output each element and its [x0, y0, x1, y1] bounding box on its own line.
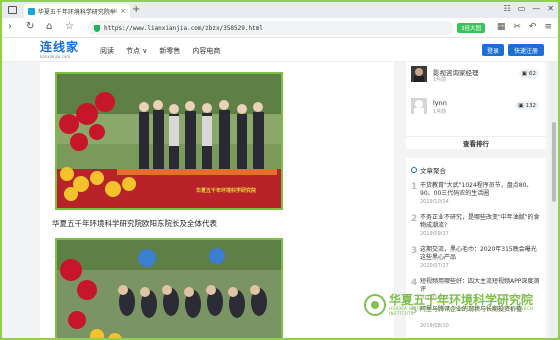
undo-icon[interactable]: ↶ [529, 22, 537, 32]
security-shield-icon [94, 24, 100, 32]
user-count: 132 [525, 102, 537, 109]
nav-new-retail[interactable]: 新零售 [159, 46, 180, 56]
rec-title[interactable]: 不务正业不研究，是哪些改变"中年油腻"的食物成潮流? [420, 214, 542, 230]
rec-number: 4 [411, 278, 418, 288]
tab-bar: 华夏五千年环境科学研究院举行... × + ☷ ▭ — ✕ [2, 2, 558, 18]
avatar [411, 66, 427, 82]
photo-watermark: 华夏五千年环境科学研究院 [196, 188, 257, 194]
view-rank-button[interactable]: 查看排行 [406, 136, 546, 149]
scrollbar-thumb[interactable] [552, 122, 556, 202]
signup-button[interactable]: 快速注册 [508, 44, 544, 56]
rec-title[interactable]: 这期交流，黑心毛巾：2020年315晚会曝光这些黑心产品 [420, 246, 542, 262]
navigation-bar: › ↻ ⌂ ☆ https://www.lianxianjia.com/zbzx… [2, 18, 558, 38]
user-time: 1月前 [433, 109, 447, 115]
watermark-title: 华夏五千年环境科学研究院 [388, 293, 533, 307]
forward-icon[interactable]: › [8, 22, 12, 32]
rec-title[interactable]: 干货教育"大武"1024程序员节，盘点80、90、00三代码农的生活圈 [420, 182, 542, 198]
user-row[interactable]: lynn 1月前 ▣ 132 [411, 98, 541, 120]
site-header: 连线家 lianxianjia.com 阅读 节点 ∨ 新零售 内容电商 登录 … [2, 38, 558, 62]
user-count-badge: ▣ 132 [515, 101, 539, 110]
address-bar[interactable]: https://www.lianxianjia.com/zbzx/358529.… [88, 21, 454, 35]
user-count: 62 [529, 70, 536, 77]
login-button[interactable]: 登录 [482, 44, 504, 56]
nav-content-ecommerce[interactable]: 内容电商 [192, 46, 220, 56]
logo-text: 连线家 [40, 40, 80, 54]
watermark-subtitle: HUAXIA WUQIANNIAN ENVIRONMENTAL SCIENCE … [388, 306, 534, 316]
rec-number: 2 [411, 214, 418, 224]
site-logo[interactable]: 连线家 lianxianjia.com [40, 40, 80, 60]
rec-number: 1 [411, 182, 418, 192]
close-window-icon[interactable]: ✕ [547, 4, 554, 13]
avatar [411, 98, 427, 114]
rec-date: 2019/10/24 [420, 199, 449, 205]
photo-caption: 华夏五千年环境科学研究院欧阳东院长及全体代表 [52, 219, 217, 228]
speed-badge[interactable]: 3倍大图 [457, 23, 485, 33]
tab-favicon-icon [28, 7, 35, 15]
logo-subtext: lianxianjia.com [40, 54, 71, 59]
tile-icon[interactable]: ☷ [504, 4, 511, 13]
address-text[interactable]: https://www.lianxianjia.com/zbzx/358529.… [104, 25, 263, 32]
rec-date: 2019/09/27 [420, 231, 449, 237]
rec-title[interactable]: 短视频用哪些好：四大主流短视频APP深度测评 [420, 278, 542, 294]
toolbar-icons: ▦ ✂ ↶ ≡ [497, 22, 552, 32]
user-name[interactable]: lynn [433, 99, 447, 107]
grid-icon[interactable]: ▦ [497, 22, 506, 32]
nav-read[interactable]: 阅读 [100, 46, 114, 56]
home-icon[interactable]: ⌂ [46, 22, 52, 32]
sidebar-toggle-icon[interactable] [8, 6, 17, 14]
tab-title: 华夏五千年环境科学研究院举行... [37, 8, 117, 16]
recs-heading: 文章聚合 [411, 165, 446, 175]
browser-window: 华夏五千年环境科学研究院举行... × + ☷ ▭ — ✕ › ↻ ⌂ ☆ ht… [2, 2, 558, 338]
user-time: 1月前 [433, 77, 447, 83]
recs-title: 文章聚合 [420, 167, 446, 175]
chat-icon: ▣ [521, 70, 527, 77]
minimize-icon[interactable]: — [532, 4, 540, 13]
menu-icon[interactable]: ≡ [544, 22, 552, 32]
rec-number: 3 [411, 246, 418, 256]
browser-tab[interactable]: 华夏五千年环境科学研究院举行... × [24, 4, 130, 18]
site-nav: 阅读 节点 ∨ 新零售 内容电商 [100, 46, 220, 56]
restore-icon[interactable]: ▭ [518, 4, 526, 13]
aggregate-icon [411, 167, 417, 173]
user-list-card: 影视咨询家经理 1月前 ▣ 62 lynn 1月前 ▣ 132 查看排行 [406, 62, 546, 149]
institute-watermark: 华夏五千年环境科学研究院 HUAXIA WUQIANNIAN ENVIRONME… [364, 294, 560, 316]
rec-date: 2019/08/10 [420, 323, 449, 329]
article-photo-bowing [55, 238, 283, 338]
cut-icon[interactable]: ✂ [513, 22, 521, 32]
user-count-badge: ▣ 62 [518, 69, 539, 78]
user-row[interactable]: 影视咨询家经理 1月前 ▣ 62 [411, 66, 541, 88]
rec-date: 2020/07/17 [420, 263, 449, 269]
nav-nodes[interactable]: 节点 ∨ [126, 46, 147, 56]
new-tab-icon[interactable]: + [132, 5, 140, 15]
seal-logo-icon [364, 294, 386, 316]
chat-icon: ▣ [518, 102, 524, 109]
tab-close-icon[interactable]: × [120, 7, 126, 15]
bookmark-star-icon[interactable]: ☆ [65, 22, 74, 32]
article-photo-group: 华夏五千年环境科学研究院 [55, 72, 283, 210]
reload-icon[interactable]: ↻ [26, 22, 34, 32]
window-controls: ☷ ▭ — ✕ [504, 4, 554, 13]
article-body: 华夏五千年环境科学研究院 华夏五千年环境科学研究院欧阳东院长及全体代表 [40, 62, 394, 338]
